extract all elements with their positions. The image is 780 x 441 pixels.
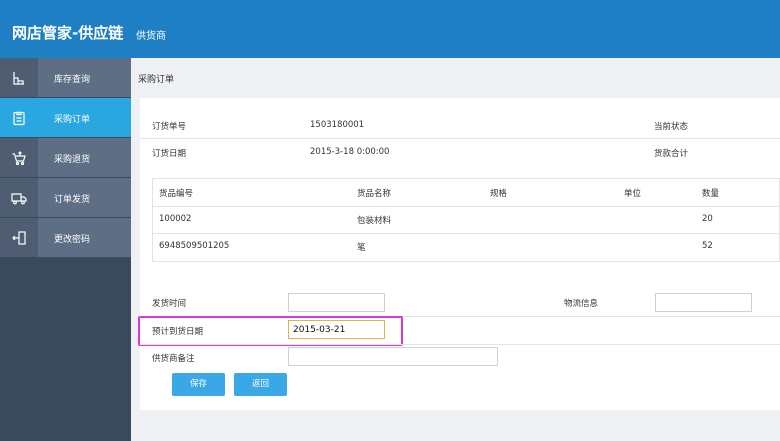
app-title: 网店管家-供应链: [12, 24, 124, 42]
sidebar-item-label: 采购订单: [54, 115, 91, 125]
save-button[interactable]: 保存: [172, 373, 225, 396]
ship-time-label: 发货时间: [152, 299, 187, 309]
divider: [140, 138, 780, 139]
sidebar-item-label: 更改密码: [54, 235, 91, 245]
table-header: 货品编号: [159, 189, 194, 199]
truck-icon: [0, 178, 38, 217]
note-label: 供货商备注: [152, 354, 195, 364]
clipboard-icon: [0, 98, 38, 137]
sidebar-item-label: 库存查询: [54, 75, 91, 85]
table-cell: 包装材料: [357, 216, 392, 226]
divider: [140, 344, 780, 345]
table-cell: 笔: [357, 243, 366, 253]
highlight-box: [138, 316, 403, 346]
divider: [153, 233, 779, 234]
table-cell: 100002: [159, 214, 192, 224]
table-header: 单位: [624, 189, 642, 199]
total-label: 货款合计: [654, 149, 689, 159]
status-label: 当前状态: [654, 122, 689, 132]
sidebar: 库存查询 采购订单 采购退货 订单发货 更改密码: [0, 58, 131, 441]
sidebar-item-order-shipping[interactable]: 订单发货: [0, 178, 131, 217]
logistics-label: 物流信息: [564, 299, 599, 309]
sidebar-item-label: 订单发货: [54, 195, 91, 205]
sidebar-item-inventory[interactable]: 库存查询: [0, 58, 131, 97]
divider: [153, 206, 779, 207]
header-bar: 网店管家-供应链 供货商: [0, 0, 780, 58]
table-header: 数量: [702, 189, 720, 199]
order-date-label: 订货日期: [152, 149, 187, 159]
sidebar-item-label: 采购退货: [54, 155, 91, 165]
table-header: 货品名称: [357, 189, 392, 199]
cart-return-icon: [0, 138, 38, 177]
order-number-label: 订货单号: [152, 122, 187, 132]
order-number-value: 1503180001: [310, 120, 365, 130]
table-header: 规格: [490, 189, 508, 199]
table-cell: 20: [702, 214, 713, 224]
sidebar-item-purchase-orders[interactable]: 采购订单: [0, 98, 131, 137]
logistics-input[interactable]: [655, 293, 752, 312]
table-cell: 6948509501205: [159, 241, 230, 251]
page-title: 采购订单: [138, 75, 175, 85]
app-subtitle: 供货商: [136, 31, 166, 42]
sidebar-item-purchase-returns[interactable]: 采购退货: [0, 138, 131, 177]
ship-time-input[interactable]: [288, 293, 385, 312]
order-date-value: 2015-3-18 0:00:00: [310, 147, 390, 157]
back-button[interactable]: 返回: [234, 373, 287, 396]
table-cell: 52: [702, 241, 713, 251]
note-input[interactable]: [288, 347, 498, 366]
items-table: [152, 178, 780, 262]
warehouse-icon: [0, 58, 38, 97]
sidebar-item-change-password[interactable]: 更改密码: [0, 218, 131, 257]
key-icon: [0, 218, 38, 257]
